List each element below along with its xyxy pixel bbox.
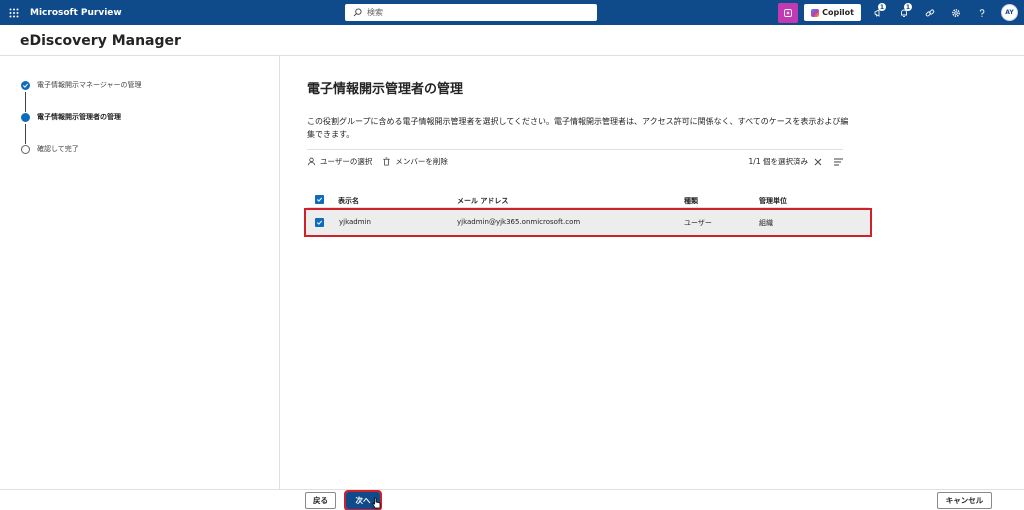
- select-users-label: ユーザーの選択: [320, 156, 373, 166]
- section-description: この役割グループに含める電子情報開示管理者を選択してください。電子情報開示管理者…: [307, 117, 849, 139]
- copilot-pane-button[interactable]: [778, 2, 799, 23]
- command-bar: ユーザーの選択 メンバーを削除 1/1 個を選択済み: [307, 149, 843, 172]
- row-checkbox[interactable]: [315, 218, 324, 227]
- settings-button[interactable]: [943, 2, 969, 23]
- step-2[interactable]: 電子情報開示管理者の管理: [21, 112, 121, 122]
- display-name-cell: yjkadmin: [339, 218, 371, 226]
- back-button[interactable]: 戻る: [305, 492, 336, 509]
- selection-status: 1/1 個を選択済み: [748, 157, 808, 166]
- notification-badge: 1: [878, 3, 886, 11]
- app-launcher-icon[interactable]: [4, 8, 24, 18]
- close-icon[interactable]: [814, 158, 822, 166]
- wizard-steps: 電子情報開示マネージャーの管理 電子情報開示管理者の管理 確認して完了: [0, 56, 280, 489]
- select-users-button[interactable]: ユーザーの選択: [307, 156, 372, 167]
- person-icon: [307, 157, 316, 165]
- search-input[interactable]: 検索: [345, 4, 597, 21]
- check-icon: [21, 80, 30, 90]
- admin-unit-cell: 組織: [759, 219, 773, 227]
- step-3[interactable]: 確認して完了: [21, 144, 79, 154]
- search-icon: [353, 8, 362, 17]
- type-cell: ユーザー: [684, 219, 712, 227]
- footer: 戻る 次へ キャンセル: [0, 489, 1024, 510]
- copilot-logo-icon: [811, 8, 820, 17]
- page-title: eDiscovery Manager: [20, 33, 181, 49]
- page-header: eDiscovery Manager: [0, 25, 1024, 56]
- column-header[interactable]: 表示名: [338, 196, 359, 206]
- table-row[interactable]: yjkadmin yjkadmin@yjk365.onmicrosoft.com…: [304, 208, 872, 237]
- link-icon: [925, 9, 935, 16]
- trash-icon: [383, 156, 391, 166]
- step-connector: [25, 124, 26, 144]
- cancel-button[interactable]: キャンセル: [937, 492, 992, 509]
- column-header[interactable]: 管理単位: [759, 196, 787, 206]
- remove-members-label: メンバーを削除: [395, 156, 448, 166]
- question-icon: [979, 8, 985, 17]
- feedback-button[interactable]: 1: [865, 2, 891, 23]
- section-title: 電子情報開示管理者の管理: [307, 82, 464, 97]
- current-step-icon: [21, 112, 30, 122]
- gear-icon: [952, 8, 960, 17]
- links-button[interactable]: [917, 2, 943, 23]
- step-label: 電子情報開示マネージャーの管理: [37, 81, 142, 89]
- select-all-checkbox[interactable]: [315, 195, 324, 204]
- top-right-actions: Copilot 1 1 AY: [778, 2, 1018, 23]
- app-name[interactable]: Microsoft Purview: [30, 8, 122, 18]
- step-connector: [25, 92, 26, 112]
- avatar[interactable]: AY: [1001, 4, 1018, 21]
- top-bar: Microsoft Purview 検索 Copilot 1 1 AY: [0, 0, 1024, 25]
- column-header[interactable]: メール アドレス: [457, 196, 508, 206]
- remove-members-button[interactable]: メンバーを削除: [382, 156, 448, 167]
- copilot-label: Copilot: [822, 8, 854, 17]
- step-label: 電子情報開示管理者の管理: [37, 113, 121, 121]
- column-header[interactable]: 種類: [684, 196, 698, 206]
- menu-icon[interactable]: [834, 158, 843, 166]
- notification-badge: 1: [904, 3, 912, 11]
- step-label: 確認して完了: [37, 145, 79, 153]
- selection-summary: 1/1 個を選択済み: [749, 150, 843, 173]
- pending-step-icon: [21, 144, 30, 154]
- help-button[interactable]: [969, 2, 995, 23]
- notifications-button[interactable]: 1: [891, 2, 917, 23]
- hand-cursor-icon: [372, 497, 381, 509]
- email-cell: yjkadmin@yjk365.onmicrosoft.com: [457, 218, 581, 226]
- step-1[interactable]: 電子情報開示マネージャーの管理: [21, 80, 142, 90]
- search-placeholder: 検索: [367, 8, 383, 17]
- sparkle-icon: [784, 8, 793, 17]
- table-header: 表示名 メール アドレス 種類 管理単位: [307, 192, 869, 208]
- copilot-button[interactable]: Copilot: [804, 4, 861, 21]
